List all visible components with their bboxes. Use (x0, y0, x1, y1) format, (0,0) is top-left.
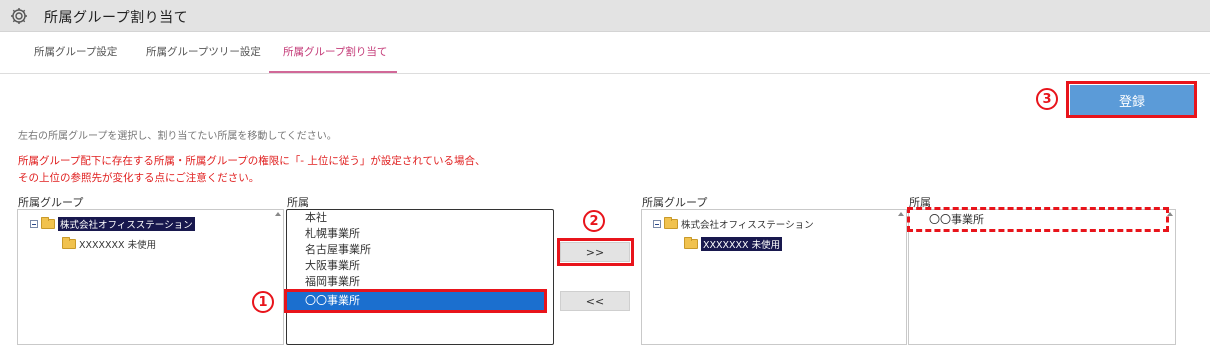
tree-node-label: 株式会社オフィスステーション (58, 217, 195, 231)
list-item[interactable]: 大阪事業所 (287, 258, 545, 274)
step-badge-3: 3 (1036, 88, 1058, 110)
folder-icon (62, 237, 76, 249)
scroll-up-icon[interactable] (275, 212, 281, 216)
active-tab-indicator (269, 71, 397, 73)
scroll-up-icon[interactable] (898, 212, 904, 216)
folder-icon (664, 217, 678, 229)
page-title: 所属グループ割り当て (44, 10, 189, 26)
tree-node-label: XXXXXXX 未使用 (701, 237, 783, 251)
tree-node-label: XXXXXXX 未使用 (79, 240, 157, 251)
tab-group-assignment[interactable]: 所属グループ割り当て (283, 44, 387, 59)
warning-text-line1: 所属グループ配下に存在する所属・所属グループの権限に「- 上位に従う」が設定され… (18, 155, 486, 167)
left-group-tree[interactable]: 株式会社オフィスステーション XXXXXXX 未使用 (17, 209, 284, 345)
collapse-icon[interactable] (30, 220, 38, 228)
right-dept-list[interactable]: 〇〇事業所 (908, 209, 1176, 345)
tab-bar: 所属グループ設定 所属グループツリー設定 所属グループ割り当て (0, 36, 1210, 74)
tree-node-root[interactable]: 株式会社オフィスステーション (30, 217, 195, 231)
tree-node-child[interactable]: XXXXXXX 未使用 (62, 237, 156, 251)
left-dept-list[interactable]: 本社 札幌事業所 名古屋事業所 大阪事業所 福岡事業所 〇〇事業所 (286, 209, 554, 345)
register-button[interactable]: 登録 (1070, 85, 1194, 115)
tree-node-label: 株式会社オフィスステーション (681, 220, 814, 231)
move-right-button[interactable]: >> (560, 242, 630, 262)
tree-node-child[interactable]: XXXXXXX 未使用 (684, 237, 783, 251)
move-left-button[interactable]: << (560, 291, 630, 311)
tab-group-tree-settings[interactable]: 所属グループツリー設定 (146, 44, 261, 59)
list-item[interactable]: 本社 (287, 210, 545, 226)
tree-node-root[interactable]: 株式会社オフィスステーション (653, 217, 814, 231)
left-dept-label: 所属 (287, 196, 309, 209)
step-badge-1: 1 (252, 291, 274, 313)
tab-group-settings[interactable]: 所属グループ設定 (34, 44, 117, 59)
list-item[interactable]: 〇〇事業所 (909, 212, 1167, 228)
folder-icon (41, 217, 55, 229)
step-badge-2: 2 (583, 210, 605, 232)
title-bar: 所属グループ割り当て (0, 0, 1210, 32)
gear-icon (11, 8, 27, 24)
list-item[interactable]: 名古屋事業所 (287, 242, 545, 258)
right-group-label: 所属グループ (642, 196, 708, 209)
collapse-icon[interactable] (653, 220, 661, 228)
list-item-selected[interactable]: 〇〇事業所 (287, 292, 545, 310)
scroll-up-icon[interactable] (1167, 212, 1173, 216)
warning-text-line2: その上位の参照先が変化する点にご注意ください。 (18, 172, 260, 184)
instruction-text: 左右の所属グループを選択し、割り当てたい所属を移動してください。 (18, 131, 337, 142)
list-item[interactable]: 札幌事業所 (287, 226, 545, 242)
right-group-tree[interactable]: 株式会社オフィスステーション XXXXXXX 未使用 (641, 209, 907, 345)
left-group-label: 所属グループ (18, 196, 84, 209)
list-item[interactable]: 福岡事業所 (287, 274, 545, 287)
right-dept-label: 所属 (909, 196, 931, 209)
folder-icon (684, 237, 698, 249)
